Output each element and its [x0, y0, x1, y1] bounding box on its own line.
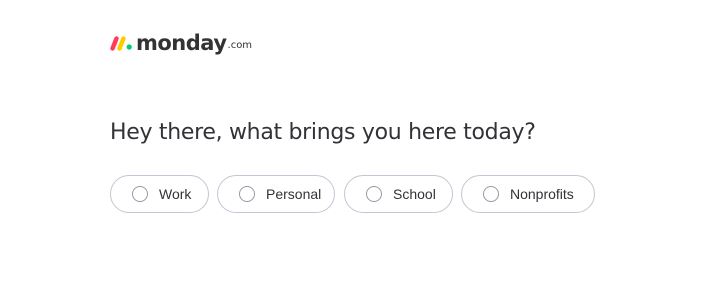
radio-circle-icon[interactable] — [132, 186, 148, 202]
radio-circle-icon[interactable] — [366, 186, 382, 202]
logo-suffix: .com — [227, 40, 253, 51]
option-personal[interactable]: Personal — [217, 175, 335, 213]
option-school[interactable]: School — [344, 175, 453, 213]
logo-wordmark: monday — [136, 31, 227, 55]
radio-circle-icon[interactable] — [483, 186, 499, 202]
option-label: Nonprofits — [510, 186, 574, 202]
option-nonprofits[interactable]: Nonprofits — [461, 175, 595, 213]
option-label: School — [393, 186, 436, 202]
option-label: Personal — [266, 186, 322, 202]
option-label: Work — [159, 186, 192, 202]
page-title: Hey there, what brings you here today? — [110, 120, 536, 145]
monday-logo: monday .com — [110, 28, 252, 54]
radio-circle-icon[interactable] — [239, 186, 255, 202]
onboarding-page: monday .com Hey there, what brings you h… — [0, 0, 727, 293]
option-work[interactable]: Work — [110, 175, 209, 213]
monday-logo-mark-icon — [110, 36, 132, 51]
